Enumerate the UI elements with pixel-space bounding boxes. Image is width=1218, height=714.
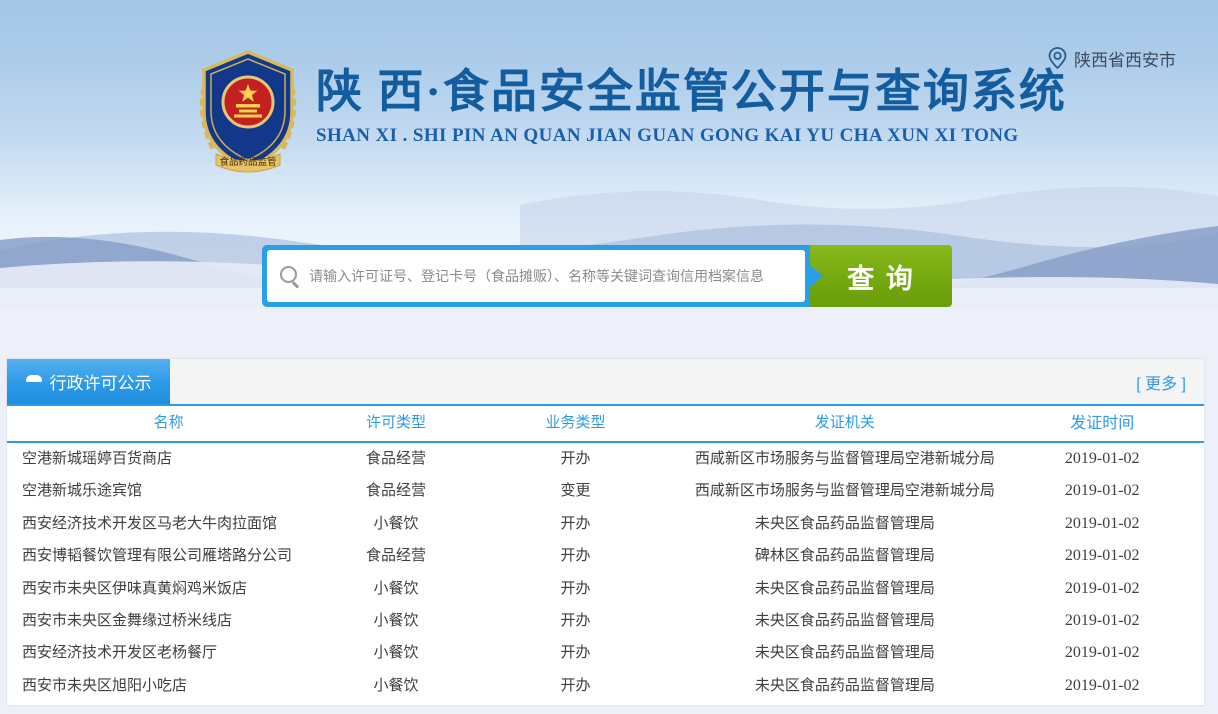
cell-license-type: 小餐饮 [330, 670, 462, 702]
cell-authority: 未央区食品药品监督管理局 [689, 637, 1000, 669]
table-row[interactable]: 空港新城瑶婷百货商店 食品经营 开办 西咸新区市场服务与监督管理局空港新城分局 … [7, 443, 1204, 475]
search-bar: 查 询 [262, 245, 952, 307]
table-row[interactable]: 空港新城乐途宾馆 食品经营 变更 西咸新区市场服务与监督管理局空港新城分局 20… [7, 475, 1204, 507]
cell-business-type: 开办 [462, 508, 689, 540]
cell-issue-date: 2019-01-02 [1000, 637, 1203, 669]
cell-authority: 未央区食品药品监督管理局 [689, 573, 1000, 605]
cell-name: 西安经济技术开发区老杨餐厅 [7, 637, 330, 669]
cell-business-type: 开办 [462, 637, 689, 669]
cell-name: 西安经济技术开发区马老大牛肉拉面馆 [7, 508, 330, 540]
site-title: 陕 西·食品安全监管公开与查询系统 [316, 66, 1067, 119]
table-row[interactable]: 西安市未央区旭阳小吃店 小餐饮 开办 未央区食品药品监督管理局 2019-01-… [7, 670, 1204, 702]
cell-business-type: 开办 [462, 605, 689, 637]
tab-bar: 行政许可公示 [ 更多 ] [7, 359, 1204, 406]
column-header-authority: 发证机关 [689, 406, 1000, 441]
cell-issue-date: 2019-01-02 [1000, 508, 1203, 540]
location-label: 陕西省西安市 [1074, 46, 1176, 71]
cell-name: 西安市未央区伊味真黄焖鸡米饭店 [7, 573, 330, 605]
cell-issue-date: 2019-01-02 [1000, 443, 1203, 475]
cell-authority: 未央区食品药品监督管理局 [689, 508, 1000, 540]
site-subtitle-pinyin: SHAN XI . SHI PIN AN QUAN JIAN GUAN GONG… [316, 125, 1067, 147]
cell-issue-date: 2019-01-02 [1000, 573, 1203, 605]
cell-license-type: 食品经营 [330, 475, 462, 507]
cell-issue-date: 2019-01-02 [1000, 670, 1203, 702]
cell-name: 空港新城瑶婷百货商店 [7, 443, 330, 475]
cell-business-type: 开办 [462, 443, 689, 475]
license-panel: 行政许可公示 [ 更多 ] 名称 许可类型 业务类型 发证机关 发证时间 空港新… [6, 358, 1205, 706]
header-banner: 陕西省西安市 食品药品监管 陕 西·食品安全监管公开与查询系统 SHAN XI [0, 0, 1218, 307]
cell-license-type: 食品经营 [330, 443, 462, 475]
cell-authority: 未央区食品药品监督管理局 [689, 670, 1000, 702]
column-header-issue-date: 发证时间 [1000, 406, 1203, 441]
column-header-business-type: 业务类型 [462, 406, 689, 441]
table-row[interactable]: 西安市未央区金舞缘过桥米线店 小餐饮 开办 未央区食品药品监督管理局 2019-… [7, 605, 1204, 637]
title-block: 陕 西·食品安全监管公开与查询系统 SHAN XI . SHI PIN AN Q… [316, 48, 1067, 147]
table-row[interactable]: 西安市未央区伊味真黄焖鸡米饭店 小餐饮 开办 未央区食品药品监督管理局 2019… [7, 573, 1204, 605]
cell-name: 空港新城乐途宾馆 [7, 475, 330, 507]
cell-issue-date: 2019-01-02 [1000, 605, 1203, 637]
table-row[interactable]: 西安博韬餐饮管理有限公司雁塔路分公司 食品经营 开办 碑林区食品药品监督管理局 … [7, 540, 1204, 572]
search-icon [280, 266, 297, 283]
cell-business-type: 开办 [462, 670, 689, 702]
table-body: 空港新城瑶婷百货商店 食品经营 开办 西咸新区市场服务与监督管理局空港新城分局 … [7, 443, 1204, 705]
cell-license-type: 小餐饮 [330, 508, 462, 540]
more-link[interactable]: [ 更多 ] [1136, 359, 1186, 404]
cell-name: 西安市未央区旭阳小吃店 [7, 670, 330, 702]
cell-name: 西安博韬餐饮管理有限公司雁塔路分公司 [7, 540, 330, 572]
search-input[interactable] [267, 250, 805, 302]
cell-license-type: 食品经营 [330, 540, 462, 572]
table-row[interactable]: 西安经济技术开发区马老大牛肉拉面馆 小餐饮 开办 未央区食品药品监督管理局 20… [7, 508, 1204, 540]
cell-business-type: 变更 [462, 475, 689, 507]
brand: 食品药品监管 陕 西·食品安全监管公开与查询系统 SHAN XI . SHI P… [196, 48, 1067, 180]
column-header-license-type: 许可类型 [330, 406, 462, 441]
cell-issue-date: 2019-01-02 [1000, 540, 1203, 572]
cell-license-type: 小餐饮 [330, 637, 462, 669]
table-header: 名称 许可类型 业务类型 发证机关 发证时间 [7, 406, 1204, 443]
page: 陕西省西安市 食品药品监管 陕 西·食品安全监管公开与查询系统 SHAN XI [0, 0, 1218, 714]
cell-name: 西安市未央区金舞缘过桥米线店 [7, 605, 330, 637]
search-arrow-pointer [810, 265, 823, 287]
table-row[interactable]: 西安经济技术开发区老杨餐厅 小餐饮 开办 未央区食品药品监督管理局 2019-0… [7, 637, 1204, 669]
location-indicator[interactable]: 陕西省西安市 [1048, 46, 1176, 70]
tab-administrative-license[interactable]: 行政许可公示 [7, 359, 170, 404]
cell-business-type: 开办 [462, 573, 689, 605]
cell-authority: 西咸新区市场服务与监督管理局空港新城分局 [689, 443, 1000, 475]
cell-issue-date: 2019-01-02 [1000, 475, 1203, 507]
cell-license-type: 小餐饮 [330, 605, 462, 637]
agency-badge-logo: 食品药品监管 [196, 48, 300, 180]
search-input-wrap [262, 245, 810, 307]
cell-authority: 西咸新区市场服务与监督管理局空港新城分局 [689, 475, 1000, 507]
cell-authority: 未央区食品药品监督管理局 [689, 605, 1000, 637]
search-button[interactable]: 查 询 [810, 245, 952, 307]
user-icon [26, 374, 43, 390]
badge-banner-text: 食品药品监管 [219, 156, 276, 168]
cell-license-type: 小餐饮 [330, 573, 462, 605]
cell-business-type: 开办 [462, 540, 689, 572]
tab-label: 行政许可公示 [50, 369, 152, 394]
column-header-name: 名称 [7, 406, 330, 441]
cell-authority: 碑林区食品药品监督管理局 [689, 540, 1000, 572]
